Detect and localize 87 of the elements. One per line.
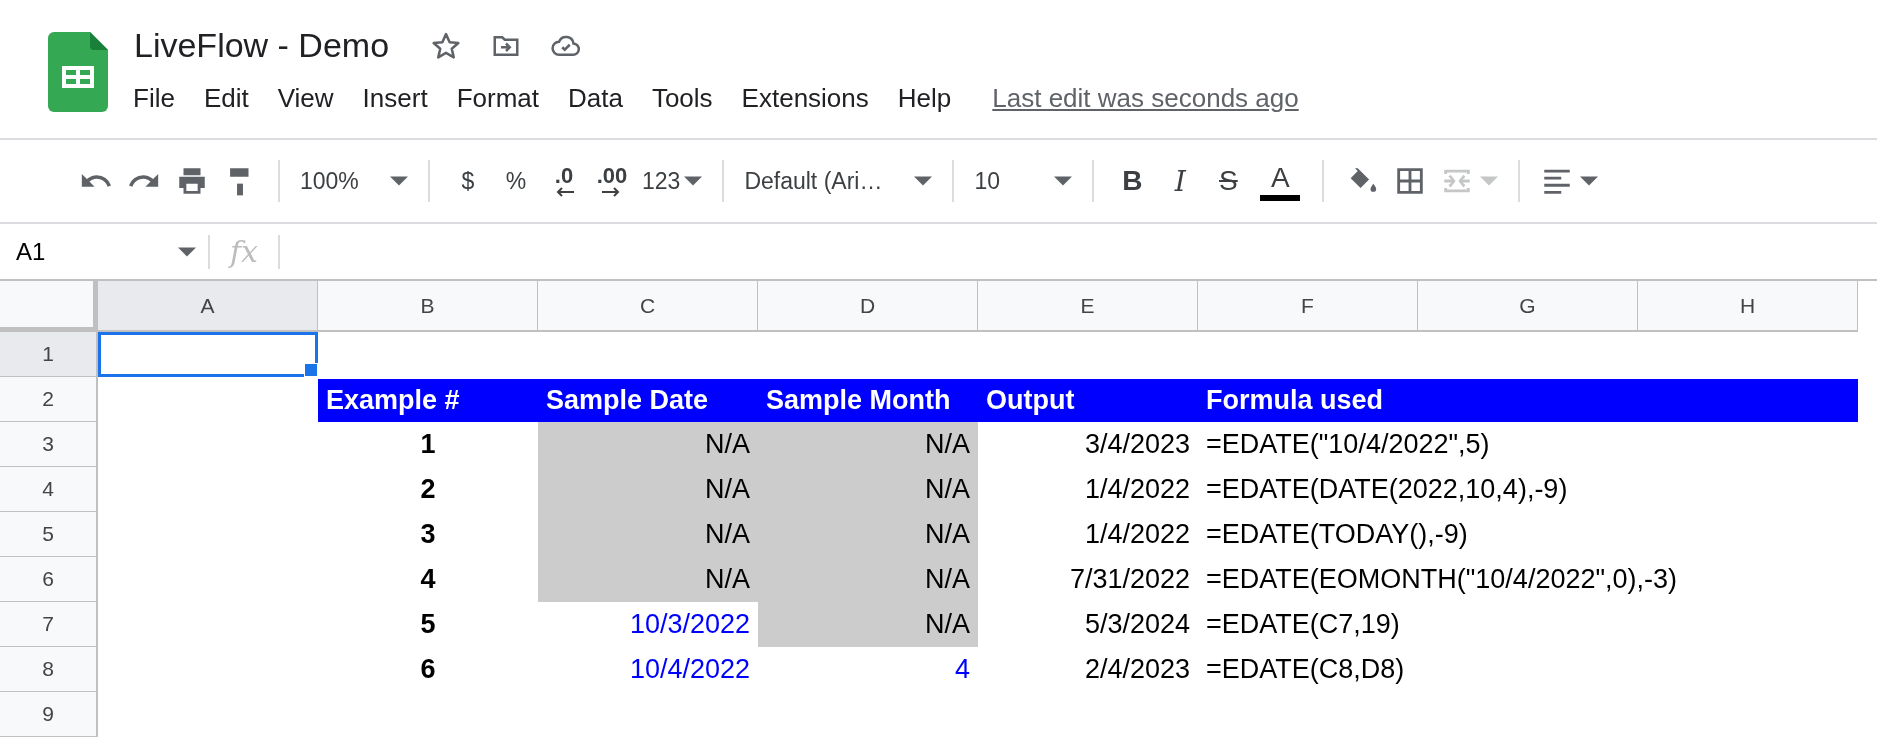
na-cell: N/A (758, 557, 978, 602)
example-number: 6 (419, 653, 437, 686)
na-cell: N/A (758, 467, 978, 512)
formula-text: =EDATE(C8,D8) (1205, 653, 1406, 686)
output-cell-text: 7/31/2022 (1068, 563, 1191, 596)
strikethrough-button[interactable]: S (1204, 159, 1253, 203)
row-header[interactable]: 2 (0, 377, 98, 422)
document-title[interactable]: LiveFlow - Demo (134, 26, 390, 65)
caret-icon (390, 175, 408, 187)
menu-item[interactable]: Edit (188, 79, 264, 118)
row-header[interactable]: 4 (0, 467, 98, 512)
selected-cell[interactable] (98, 332, 318, 377)
example-number: 1 (419, 428, 437, 461)
currency-button[interactable]: $ (444, 159, 492, 203)
row-header[interactable]: 1 (0, 332, 98, 377)
caret-icon (178, 245, 196, 258)
na-cell: N/A (758, 512, 978, 557)
na-cell: N/A (758, 422, 978, 467)
output-cell-text: 2/4/2023 (1083, 653, 1191, 686)
menu-item[interactable]: Data (553, 79, 638, 118)
row-header[interactable]: 3 (0, 422, 98, 467)
caret-icon (1054, 175, 1073, 187)
column-header[interactable]: B (318, 281, 538, 332)
column-heading: Sample Month (765, 384, 952, 417)
column-header[interactable]: D (758, 281, 978, 332)
input-cell-text: 10/4/2022 (628, 653, 751, 686)
name-box[interactable]: A1 (0, 231, 208, 272)
italic-button[interactable]: I (1156, 159, 1205, 203)
menu-item[interactable]: Extensions (726, 79, 884, 118)
na-cell: N/A (758, 602, 978, 647)
na-cell: N/A (538, 422, 758, 467)
row-header[interactable]: 6 (0, 557, 98, 602)
text-color-button[interactable]: A (1260, 161, 1301, 201)
example-number: 4 (419, 563, 437, 596)
formula-text: =EDATE(DATE(2022,10,4),-9) (1205, 473, 1569, 506)
percent-button[interactable]: % (492, 159, 540, 203)
output-cell-text: 1/4/2022 (1083, 518, 1191, 551)
menu-item[interactable]: View (262, 79, 349, 118)
caret-icon (914, 175, 933, 187)
column-heading: Sample Date (545, 384, 710, 417)
column-heading: Output (985, 384, 1076, 417)
na-cell: N/A (538, 467, 758, 512)
increase-decimals-button[interactable]: .00 (588, 157, 636, 205)
menu-item[interactable]: Format (441, 79, 554, 118)
menu-item[interactable]: Insert (347, 79, 443, 118)
column-heading: Formula used (1205, 384, 1385, 417)
font-size-dropdown[interactable]: 10 (968, 159, 1079, 203)
output-cell-text: 3/4/2023 (1083, 428, 1191, 461)
font-dropdown[interactable]: Default (Ari… (738, 159, 939, 203)
caret-icon (684, 175, 703, 187)
input-cell-text: 10/3/2022 (628, 608, 751, 641)
column-header[interactable]: F (1198, 281, 1418, 332)
menu-item[interactable]: Tools (636, 79, 728, 118)
na-cell: N/A (538, 557, 758, 602)
example-number: 5 (419, 608, 437, 641)
row-header[interactable]: 5 (0, 512, 98, 557)
column-header[interactable]: G (1418, 281, 1638, 332)
input-cell-text: 4 (953, 653, 971, 686)
output-cell-text: 5/3/2024 (1083, 608, 1191, 641)
column-header[interactable]: H (1638, 281, 1858, 332)
formula-text: =EDATE(C7,19) (1205, 608, 1401, 641)
row-header[interactable]: 9 (0, 692, 98, 737)
column-header[interactable]: A (98, 281, 318, 332)
column-header[interactable]: C (538, 281, 758, 332)
example-number: 2 (419, 473, 437, 506)
example-number: 3 (419, 518, 437, 551)
column-heading: Example # (325, 384, 461, 417)
formula-text: =EDATE("10/4/2022",5) (1205, 428, 1491, 461)
row-header[interactable]: 8 (0, 647, 98, 692)
function-label: fx (227, 234, 260, 269)
menu-item[interactable]: Help (882, 79, 967, 118)
spreadsheet-logo[interactable] (48, 32, 108, 112)
na-cell: N/A (538, 512, 758, 557)
zoom-dropdown[interactable]: 100% (294, 159, 414, 203)
menu-item[interactable]: File (133, 79, 190, 118)
star-icon[interactable] (431, 30, 462, 61)
column-header[interactable]: E (978, 281, 1198, 332)
formula-text: =EDATE(EOMONTH("10/4/2022",0),-3) (1205, 563, 1679, 596)
output-cell-text: 1/4/2022 (1083, 473, 1191, 506)
caret-icon (1480, 175, 1499, 187)
decrease-decimals-button[interactable]: .0 (540, 157, 588, 205)
last-edit-link[interactable]: Last edit was seconds ago (992, 83, 1299, 114)
row-header[interactable]: 7 (0, 602, 98, 647)
number-format-dropdown[interactable]: 123 (636, 159, 709, 203)
bold-button[interactable]: B (1108, 159, 1157, 203)
caret-icon (1580, 175, 1599, 187)
formula-text: =EDATE(TODAY(),-9) (1205, 518, 1469, 551)
